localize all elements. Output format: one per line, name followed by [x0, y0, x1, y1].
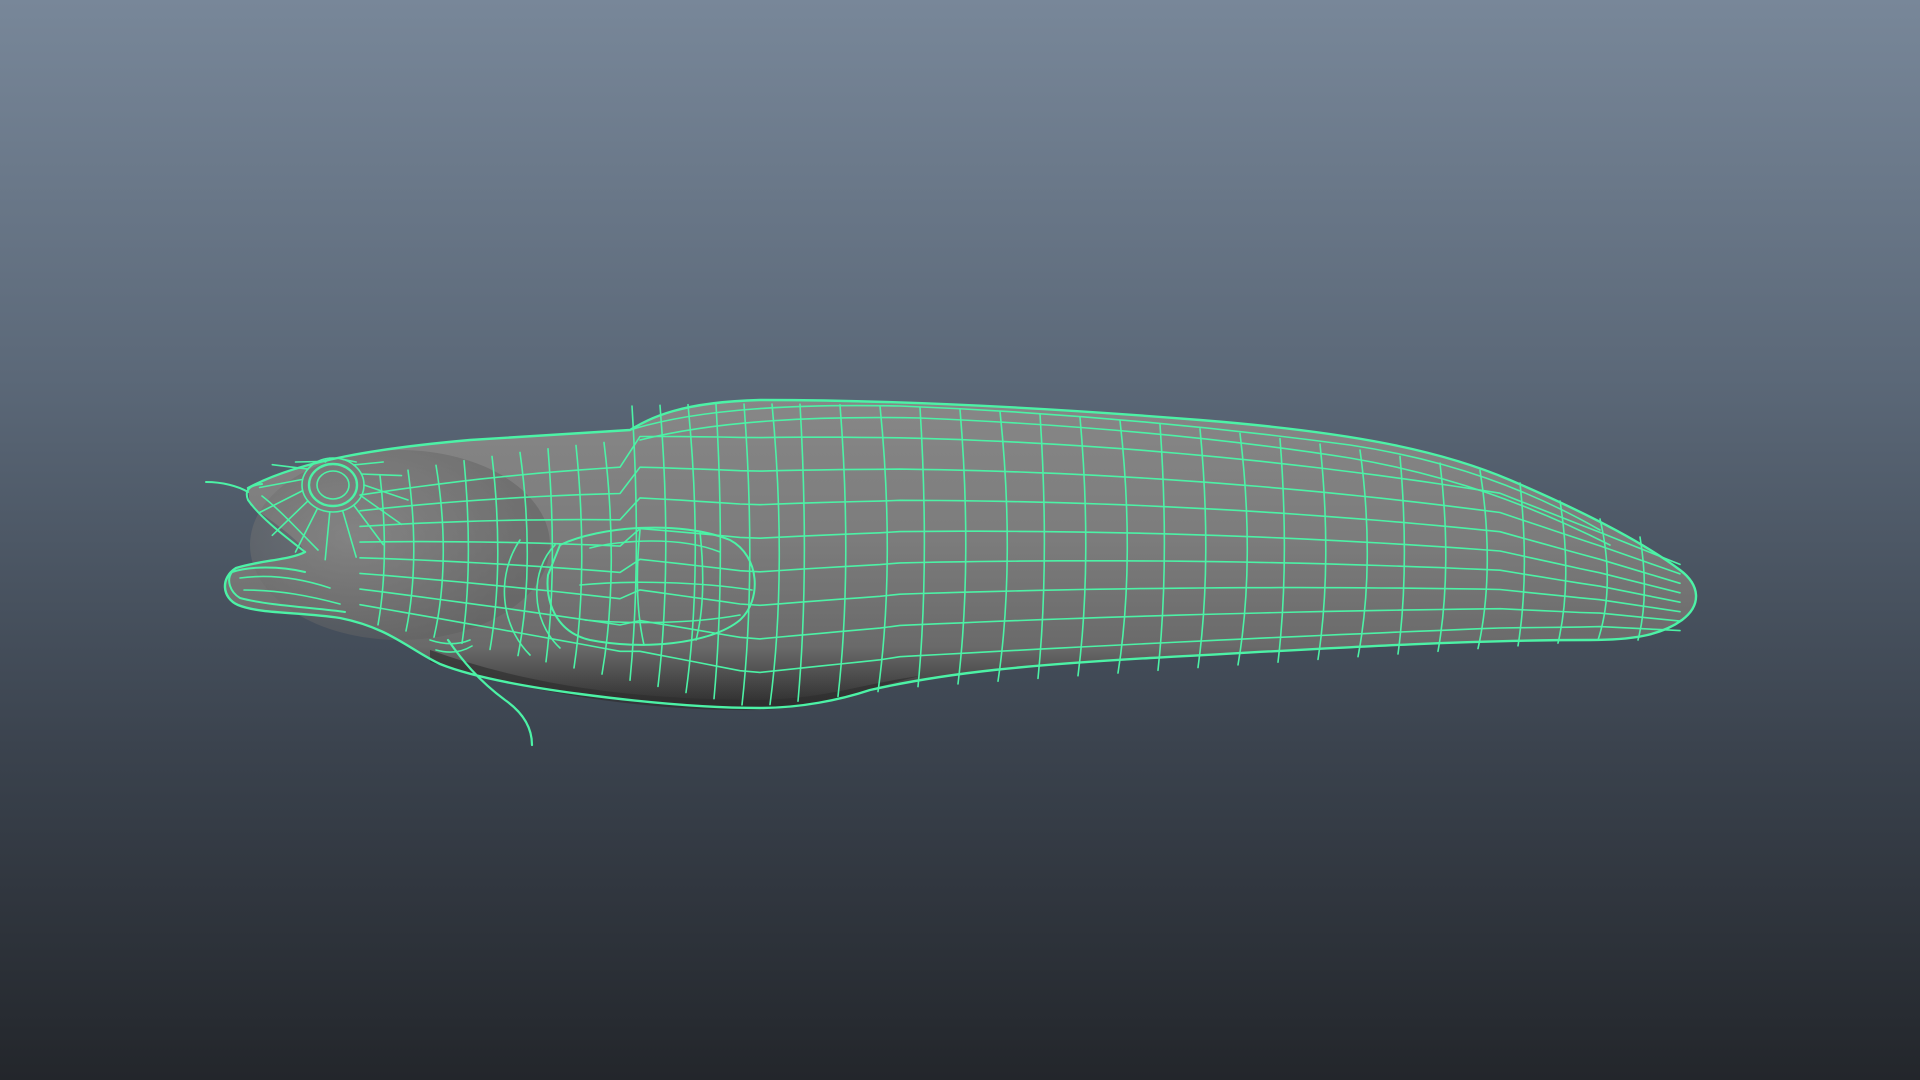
3d-viewport[interactable]: [0, 0, 1920, 1080]
model-canvas[interactable]: [0, 0, 1920, 1080]
upper-barbel: [205, 481, 249, 493]
